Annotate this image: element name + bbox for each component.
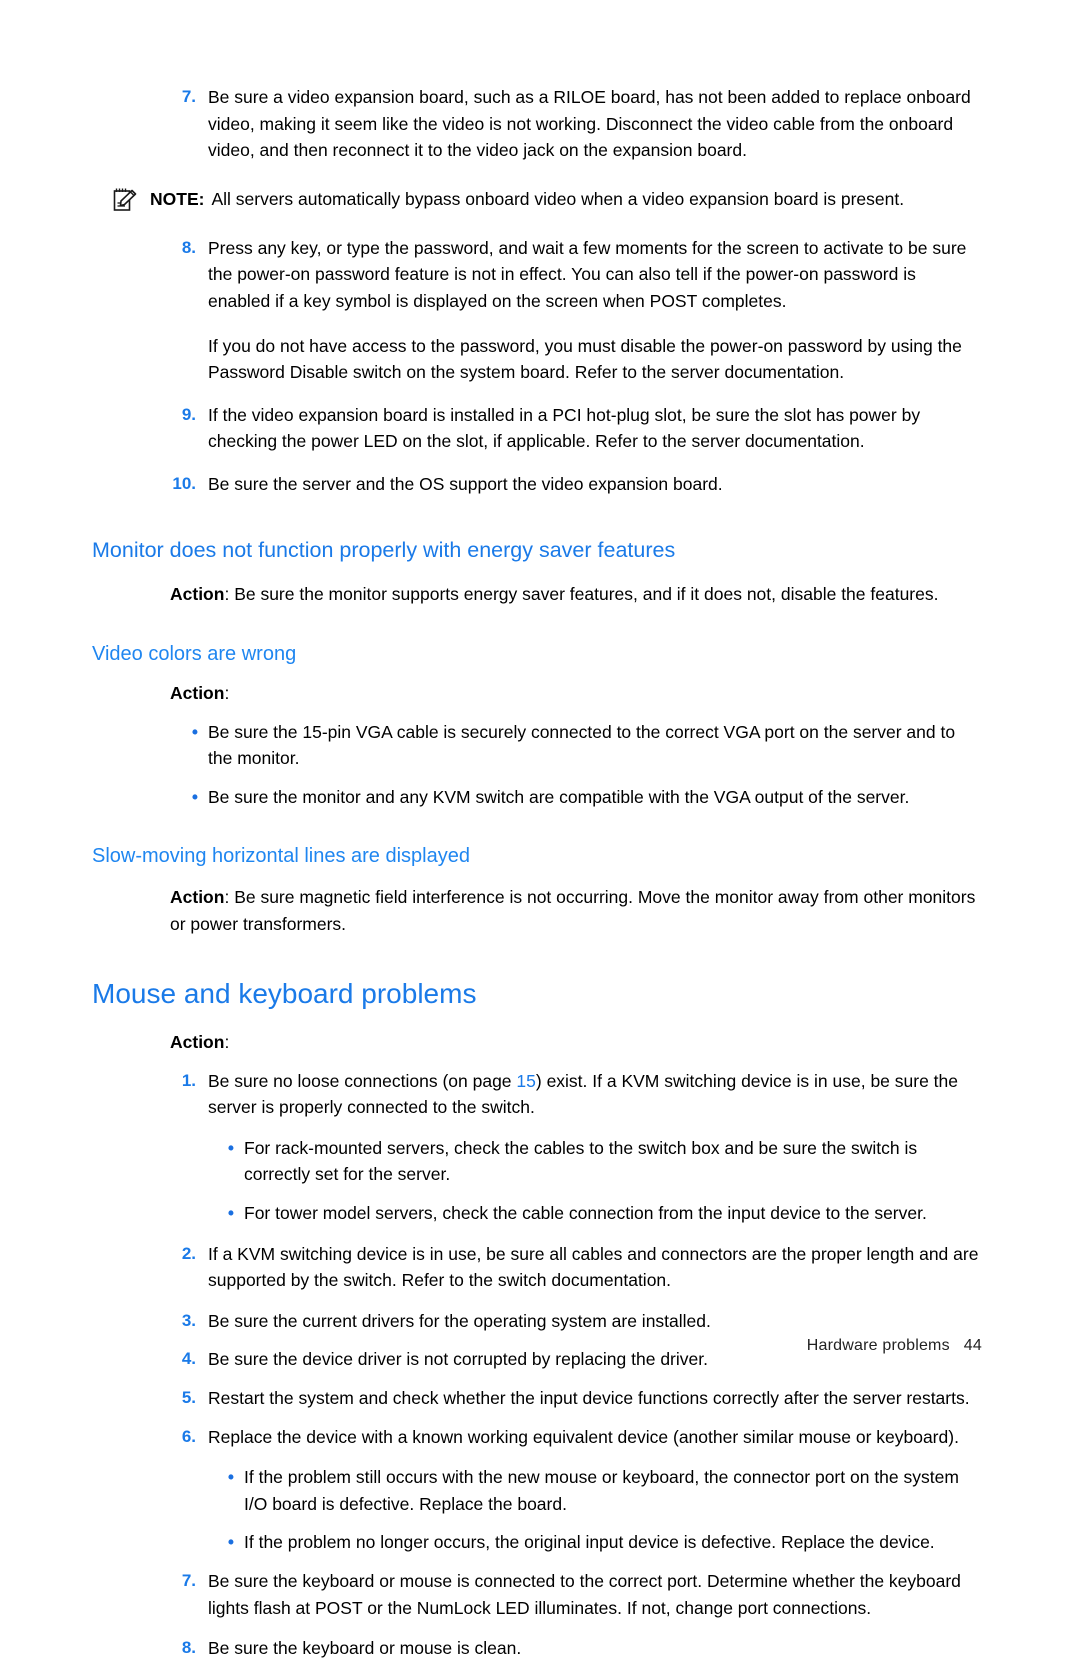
list-item: If the problem no longer occurs, the ori… bbox=[206, 1529, 980, 1556]
list-number: 2. bbox=[181, 1243, 196, 1263]
note-pencil-icon bbox=[112, 187, 140, 213]
page-reference-link[interactable]: 15 bbox=[516, 1071, 535, 1091]
list-item-text: Replace the device with a known working … bbox=[208, 1426, 959, 1447]
list-number: 6. bbox=[181, 1426, 196, 1446]
bullet-marker bbox=[206, 1529, 244, 1556]
bullet-marker bbox=[206, 1135, 244, 1162]
list-number: 7. bbox=[181, 1570, 196, 1590]
list-number: 1. bbox=[181, 1070, 196, 1090]
list-item: 8. Press any key, or type the password, … bbox=[148, 235, 980, 315]
page-title-mouse-keyboard: Mouse and keyboard problems bbox=[92, 978, 477, 1010]
action-label: Action bbox=[170, 682, 225, 703]
action-colon: : bbox=[224, 1032, 230, 1053]
footer-section-name: Hardware problems bbox=[806, 1337, 950, 1354]
action-label-row: Action: bbox=[170, 1029, 980, 1056]
list-item-text: If the problem no longer occurs, the ori… bbox=[244, 1532, 935, 1553]
action-text: Be sure the monitor supports energy save… bbox=[234, 584, 939, 605]
list-item-text: Be sure no loose connections (on page 15… bbox=[208, 1068, 980, 1121]
bullet-marker bbox=[170, 784, 208, 811]
list-item: 1. Be sure no loose connections (on page… bbox=[148, 1068, 980, 1121]
note-callout: NOTE: All servers automatically bypass o… bbox=[112, 186, 980, 213]
list-number: 3. bbox=[181, 1310, 196, 1330]
list-number: 10. bbox=[172, 473, 196, 493]
action-text: Be sure magnetic field interference is n… bbox=[170, 887, 976, 934]
list-item: 2. If a KVM switching device is in use, … bbox=[148, 1241, 980, 1294]
list-item: 5. Restart the system and check whether … bbox=[148, 1385, 980, 1412]
action-label: Action bbox=[170, 1032, 225, 1053]
list-item-text: Press any key, or type the password, and… bbox=[208, 237, 967, 311]
list-item: 9. If the video expansion board is insta… bbox=[148, 402, 980, 455]
list-number: 7. bbox=[181, 87, 196, 106]
list-item: 7. Be sure the keyboard or mouse is conn… bbox=[148, 1568, 980, 1621]
section-heading-energy-saver: Monitor does not function properly with … bbox=[92, 537, 676, 562]
page-content: 7. Be sure a video expansion board, such… bbox=[0, 0, 1080, 1662]
list-item: For rack-mounted servers, check the cabl… bbox=[206, 1135, 980, 1188]
bullet-marker bbox=[170, 719, 208, 746]
action-paragraph: Action: Be sure magnetic field interfere… bbox=[170, 884, 980, 937]
list-item-text: For tower model servers, check the cable… bbox=[244, 1203, 927, 1224]
action-colon: : bbox=[224, 682, 230, 703]
footer-page-number: 44 bbox=[963, 1337, 982, 1354]
list-item-text: If the problem still occurs with the new… bbox=[244, 1467, 959, 1514]
list-item-text: For rack-mounted servers, check the cabl… bbox=[244, 1137, 918, 1185]
list-item-continuation: If you do not have access to the passwor… bbox=[208, 335, 962, 383]
action-label: Action bbox=[170, 887, 225, 908]
section-heading-horizontal-lines: Slow-moving horizontal lines are display… bbox=[92, 845, 470, 868]
action-label-row: Action: bbox=[170, 680, 980, 707]
list-item-text: Be sure the keyboard or mouse is clean. bbox=[208, 1638, 522, 1659]
page-footer: Hardware problems 44 bbox=[807, 1337, 982, 1355]
text-before-link: Be sure no loose connections (on page bbox=[208, 1070, 517, 1091]
list-item-text: If the video expansion board is installe… bbox=[208, 404, 921, 452]
document-page: 7. Be sure a video expansion board, such… bbox=[0, 0, 1080, 1658]
list-item: 6. Replace the device with a known worki… bbox=[148, 1424, 980, 1451]
list-number: 5. bbox=[181, 1388, 196, 1408]
note-text: All servers automatically bypass onboard… bbox=[211, 188, 905, 209]
section-heading-video-colors: Video colors are wrong bbox=[92, 642, 297, 665]
list-item-text: Be sure the keyboard or mouse is connect… bbox=[208, 1570, 961, 1618]
list-item: 3. Be sure the current drivers for the o… bbox=[148, 1308, 980, 1335]
note-label: NOTE: bbox=[150, 188, 205, 209]
list-item-text: Be sure the monitor and any KVM switch a… bbox=[208, 786, 910, 807]
action-paragraph: Action: Be sure the monitor supports ene… bbox=[170, 581, 980, 608]
list-item: 10. Be sure the server and the OS suppor… bbox=[148, 471, 980, 498]
list-number: 9. bbox=[181, 404, 196, 424]
list-item-text: If a KVM switching device is in use, be … bbox=[208, 1243, 979, 1291]
action-colon: : bbox=[224, 887, 235, 908]
list-item: If the problem still occurs with the new… bbox=[206, 1464, 980, 1517]
bullet-marker bbox=[206, 1464, 244, 1491]
list-item: 8. Be sure the keyboard or mouse is clea… bbox=[148, 1635, 980, 1662]
list-item: 7. Be sure a video expansion board, such… bbox=[148, 84, 980, 164]
list-item-text: Restart the system and check whether the… bbox=[208, 1388, 970, 1409]
list-item-text: Be sure the current drivers for the oper… bbox=[208, 1310, 711, 1331]
list-item: For tower model servers, check the cable… bbox=[206, 1200, 980, 1227]
list-number: 8. bbox=[181, 1638, 196, 1658]
list-item: Be sure the monitor and any KVM switch a… bbox=[170, 784, 980, 811]
list-item-text: Be sure the server and the OS support th… bbox=[208, 473, 723, 494]
bullet-marker bbox=[206, 1200, 244, 1227]
action-label: Action bbox=[170, 584, 225, 605]
action-colon: : bbox=[224, 584, 235, 605]
list-item-text: Be sure the 15-pin VGA cable is securely… bbox=[208, 721, 956, 769]
list-item-text: Be sure a video expansion board, such as… bbox=[208, 87, 971, 161]
list-item: Be sure the 15-pin VGA cable is securely… bbox=[170, 719, 980, 772]
list-number: 8. bbox=[181, 237, 196, 257]
list-number: 4. bbox=[181, 1349, 196, 1369]
